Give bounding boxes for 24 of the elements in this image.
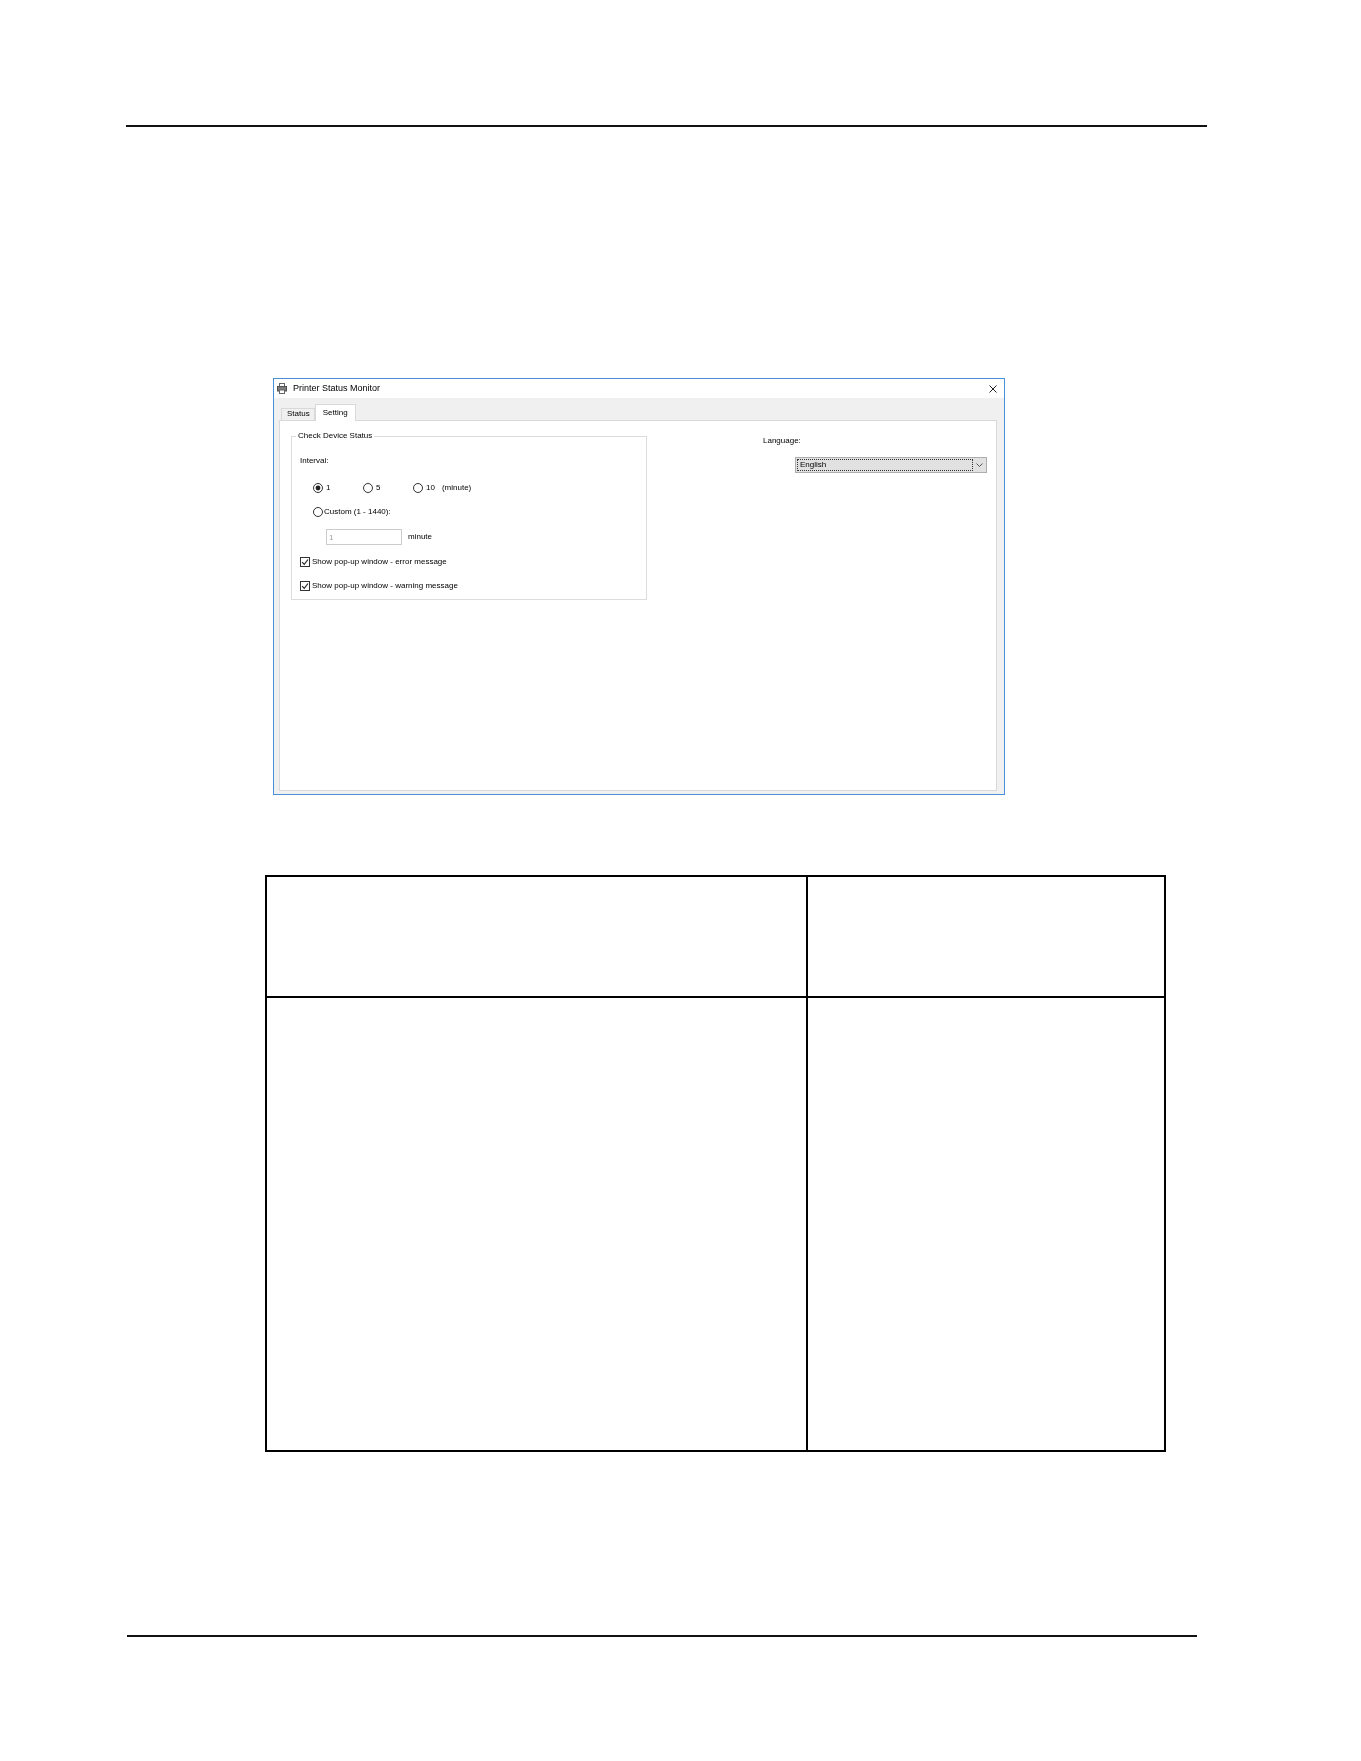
- chevron-down-icon[interactable]: [976, 463, 983, 467]
- radio-button[interactable]: [363, 483, 373, 493]
- checkbox-label[interactable]: Show pop-up window - warning message: [312, 581, 458, 591]
- printer-icon: [277, 383, 287, 394]
- checkbox[interactable]: [300, 581, 310, 591]
- radio-button[interactable]: [313, 483, 323, 493]
- radio-label[interactable]: 5: [376, 483, 381, 493]
- window-title: Printer Status Monitor: [293, 383, 381, 394]
- field-label: Language:: [763, 436, 801, 446]
- unit-label: minute: [408, 532, 432, 542]
- radio-label[interactable]: Custom (1 - 1440):: [324, 507, 391, 517]
- tab[interactable]: Setting: [314, 404, 356, 421]
- language-dropdown[interactable]: English: [795, 457, 987, 473]
- radio-button[interactable]: [413, 483, 423, 493]
- checkbox[interactable]: [300, 557, 310, 567]
- checkbox-label[interactable]: Show pop-up window - error message: [312, 557, 447, 567]
- radio-button[interactable]: [313, 507, 323, 517]
- unit-label: (minute): [441, 483, 472, 493]
- group-title: Check Device Status: [297, 431, 374, 441]
- field-label: Interval:: [300, 456, 329, 466]
- radio-label[interactable]: 10: [426, 483, 435, 493]
- radio-label[interactable]: 1: [326, 483, 331, 493]
- tab[interactable]: Status: [281, 408, 315, 420]
- close-icon[interactable]: [989, 384, 997, 393]
